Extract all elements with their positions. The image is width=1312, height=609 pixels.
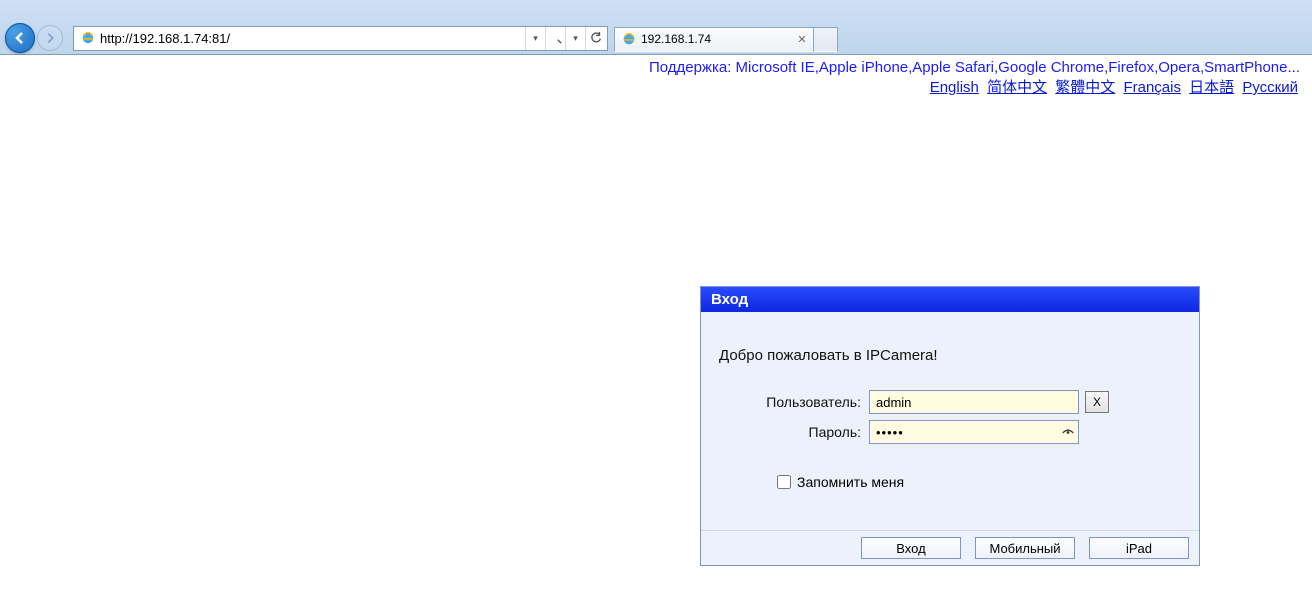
ie-icon <box>80 30 96 46</box>
user-label: Пользователь: <box>719 394 869 410</box>
tab-strip: 192.168.1.74 ✕ <box>614 25 838 52</box>
login-footer: Вход Мобильный iPad <box>701 530 1199 565</box>
remember-row: Запомнить меня <box>777 474 1181 490</box>
login-title: Вход <box>701 287 1199 312</box>
url-input[interactable] <box>100 28 525 48</box>
remember-checkbox[interactable] <box>777 475 791 489</box>
lang-traditional-chinese[interactable]: 繁體中文 <box>1055 79 1115 96</box>
lang-french[interactable]: Français <box>1123 79 1181 96</box>
search-dropdown-icon[interactable]: ▾ <box>565 27 585 50</box>
password-input[interactable] <box>869 420 1079 444</box>
address-bar: ▾ ▾ <box>73 26 608 51</box>
password-row: Пароль: <box>719 420 1181 444</box>
login-button[interactable]: Вход <box>861 537 961 559</box>
login-panel: Вход Добро пожаловать в IPCamera! Пользо… <box>700 286 1200 566</box>
new-tab-button[interactable] <box>814 27 838 52</box>
forward-button[interactable] <box>37 25 63 51</box>
tab-close-icon[interactable]: ✕ <box>795 32 809 46</box>
support-prefix: Поддержка: <box>649 59 736 76</box>
support-list: Microsoft IE,Apple iPhone,Apple Safari,G… <box>736 59 1300 76</box>
lang-simplified-chinese[interactable]: 简体中文 <box>987 79 1047 96</box>
user-input-wrap <box>869 390 1079 414</box>
addr-dropdown-icon[interactable]: ▾ <box>525 27 545 50</box>
support-line: Поддержка: Microsoft IE,Apple iPhone,App… <box>0 55 1312 76</box>
clear-user-button[interactable]: X <box>1085 391 1109 413</box>
lang-japanese[interactable]: 日本語 <box>1189 79 1234 96</box>
language-line: English 简体中文 繁體中文 Français 日本語 Русский <box>0 76 1312 101</box>
remember-label: Запомнить меня <box>797 474 904 490</box>
tab-active[interactable]: 192.168.1.74 ✕ <box>614 27 814 52</box>
password-label: Пароль: <box>719 424 869 440</box>
reveal-password-icon[interactable] <box>1060 424 1076 440</box>
password-input-wrap <box>869 420 1079 444</box>
refresh-icon[interactable] <box>585 27 605 50</box>
login-body: Добро пожаловать в IPCamera! Пользовател… <box>701 312 1199 530</box>
mobile-button[interactable]: Мобильный <box>975 537 1075 559</box>
nav-row: ▾ ▾ 192.168.1.74 ✕ <box>5 23 1312 53</box>
browser-chrome: ▾ ▾ 192.168.1.74 ✕ <box>0 0 1312 55</box>
lang-english[interactable]: English <box>930 79 979 96</box>
user-row: Пользователь: X <box>719 390 1181 414</box>
welcome-text: Добро пожаловать в IPCamera! <box>719 347 1181 364</box>
search-icon[interactable] <box>545 27 565 50</box>
lang-russian[interactable]: Русский <box>1242 79 1298 96</box>
back-button[interactable] <box>5 23 35 53</box>
tab-title: 192.168.1.74 <box>641 32 711 46</box>
ipad-button[interactable]: iPad <box>1089 537 1189 559</box>
ie-icon <box>621 31 637 47</box>
user-input[interactable] <box>869 390 1079 414</box>
